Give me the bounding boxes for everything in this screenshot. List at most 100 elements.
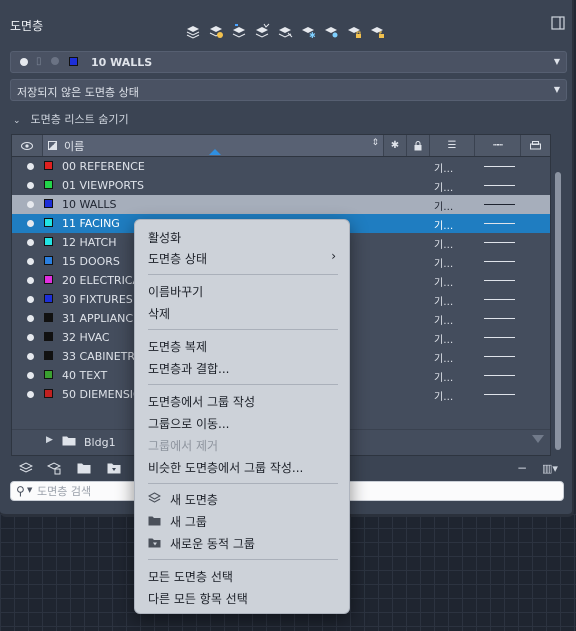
light-bulb-icon[interactable] <box>27 277 34 284</box>
layer-color-swatch[interactable] <box>44 218 53 227</box>
layer-state-dropdown[interactable]: 저장되지 않은 도면층 상태 ▼ <box>10 79 567 101</box>
plot-column-header[interactable] <box>521 135 550 156</box>
layer-color-swatch[interactable] <box>44 275 53 284</box>
layer-unlock-icon[interactable] <box>367 20 386 42</box>
visibility-column-header[interactable] <box>12 135 43 156</box>
current-layer-dropdown[interactable]: ▯ 10 WALLS ▼ <box>10 51 567 73</box>
layer-lineweight[interactable] <box>484 375 515 376</box>
light-bulb-icon[interactable] <box>27 201 34 208</box>
layer-lineweight[interactable] <box>484 204 515 205</box>
layer-lineweight[interactable] <box>484 394 515 395</box>
layer-lineweight[interactable] <box>484 299 515 300</box>
light-bulb-icon[interactable] <box>27 182 34 189</box>
new-group-folder-icon[interactable] <box>76 460 92 476</box>
light-bulb-icon[interactable] <box>27 334 34 341</box>
layer-linetype[interactable]: 기… <box>434 369 453 384</box>
layer-linetype[interactable]: 기… <box>434 160 453 175</box>
layer-list-scrollbar[interactable] <box>553 134 563 454</box>
resize-handle-icon[interactable] <box>209 149 221 155</box>
layer-color-swatch[interactable] <box>44 180 53 189</box>
freeze-column-header[interactable]: ✱ <box>384 135 407 156</box>
layer-lineweight[interactable] <box>484 223 515 224</box>
hide-layer-list-toggle[interactable]: ⌄ 도면층 리스트 숨기기 <box>13 111 129 127</box>
new-layer-vp-frozen-icon[interactable] <box>46 460 62 476</box>
menu-separator <box>148 483 338 484</box>
layer-linetype[interactable]: 기… <box>434 350 453 365</box>
layer-linetype[interactable]: 기… <box>434 198 453 213</box>
layer-lineweight[interactable] <box>484 356 515 357</box>
linetype-column-header[interactable]: ☰ <box>430 135 475 156</box>
layer-color-swatch[interactable] <box>44 313 53 322</box>
light-bulb-icon[interactable] <box>27 239 34 246</box>
layer-lineweight[interactable] <box>484 318 515 319</box>
layer-unisolate-icon[interactable] <box>275 20 294 42</box>
layer-match-icon[interactable] <box>183 20 202 42</box>
layer-previous-icon[interactable] <box>206 20 225 42</box>
layer-color-swatch[interactable] <box>44 161 53 170</box>
menu-item-select-all-layers[interactable]: 모든 도면층 선택 <box>148 568 233 585</box>
layer-lock-icon[interactable] <box>344 20 363 42</box>
layer-lineweight[interactable] <box>484 261 515 262</box>
layer-linetype[interactable]: 기… <box>434 274 453 289</box>
menu-item-layer-state[interactable]: 도면층 상태 <box>148 250 207 267</box>
menu-item-create-group-similar[interactable]: 비슷한 도면층에서 그룹 작성... <box>148 459 303 476</box>
layer-color-swatch[interactable] <box>44 370 53 379</box>
layer-row[interactable]: 01 VIEWPORTS 기… <box>12 176 550 195</box>
layer-linetype[interactable]: 기… <box>434 236 453 251</box>
layer-linetype[interactable]: 기… <box>434 293 453 308</box>
filter-icon[interactable] <box>532 435 544 443</box>
layer-walk-icon[interactable] <box>229 20 248 42</box>
menu-item-new-layer[interactable]: 새 도면층 <box>147 491 218 508</box>
light-bulb-icon[interactable] <box>27 372 34 379</box>
lock-column-header[interactable] <box>407 135 430 156</box>
layer-lineweight[interactable] <box>484 166 515 167</box>
layer-linetype[interactable]: 기… <box>434 388 453 403</box>
menu-item-create-group[interactable]: 도면층에서 그룹 작성 <box>148 393 255 410</box>
light-bulb-icon[interactable] <box>27 258 34 265</box>
new-layer-icon[interactable] <box>18 460 34 476</box>
menu-item-merge-layer[interactable]: 도면층과 결합... <box>148 360 230 377</box>
layer-linetype[interactable]: 기… <box>434 312 453 327</box>
layer-off-icon[interactable] <box>321 20 340 42</box>
light-bulb-icon[interactable] <box>27 391 34 398</box>
layer-linetype[interactable]: 기… <box>434 255 453 270</box>
layer-lineweight[interactable] <box>484 280 515 281</box>
scrollbar-thumb[interactable] <box>555 172 561 450</box>
layer-linetype[interactable]: 기… <box>434 331 453 346</box>
layer-linetype[interactable]: 기… <box>434 179 453 194</box>
menu-item-new-dynamic-group[interactable]: 새로운 동적 그룹 <box>148 535 255 552</box>
layer-lineweight[interactable] <box>484 185 515 186</box>
column-settings-icon[interactable]: ▥▾ <box>540 460 560 476</box>
light-bulb-icon[interactable] <box>27 315 34 322</box>
menu-item-duplicate-layer[interactable]: 도면층 복제 <box>148 338 207 355</box>
layer-linetype[interactable]: 기… <box>434 217 453 232</box>
menu-item-new-group[interactable]: 새 그룹 <box>148 513 207 530</box>
layer-color-swatch[interactable] <box>44 256 53 265</box>
menu-item-move-to-group[interactable]: 그룹으로 이동... <box>148 415 230 432</box>
layer-color-swatch[interactable] <box>44 294 53 303</box>
layer-color-swatch[interactable] <box>44 351 53 360</box>
layer-freeze-icon[interactable]: ✱ <box>298 20 317 42</box>
dock-panel-icon[interactable] <box>551 16 565 30</box>
layer-color-swatch[interactable] <box>44 332 53 341</box>
menu-item-rename[interactable]: 이름바꾸기 <box>148 283 203 300</box>
layer-lineweight[interactable] <box>484 337 515 338</box>
menu-item-delete[interactable]: 삭제 <box>148 305 170 322</box>
collapse-icon[interactable]: − <box>514 460 530 476</box>
layer-color-swatch[interactable] <box>44 389 53 398</box>
layer-row[interactable]: 00 REFERENCE 기… <box>12 157 550 176</box>
menu-item-activate[interactable]: 활성화 <box>148 229 181 246</box>
light-bulb-icon[interactable] <box>27 296 34 303</box>
new-dynamic-group-icon[interactable] <box>106 460 122 476</box>
light-bulb-icon[interactable] <box>27 163 34 170</box>
menu-item-select-all-others[interactable]: 다른 모든 항목 선택 <box>148 590 248 607</box>
light-bulb-icon[interactable] <box>27 220 34 227</box>
layer-color-swatch[interactable] <box>44 199 53 208</box>
layer-isolate-icon[interactable] <box>252 20 271 42</box>
layer-row[interactable]: 10 WALLS 기… <box>12 195 550 214</box>
layer-color-swatch[interactable] <box>44 237 53 246</box>
lineweight-column-header[interactable]: ┅┅ <box>475 135 521 156</box>
layer-lineweight[interactable] <box>484 242 515 243</box>
folder-icon <box>148 515 162 529</box>
light-bulb-icon[interactable] <box>27 353 34 360</box>
